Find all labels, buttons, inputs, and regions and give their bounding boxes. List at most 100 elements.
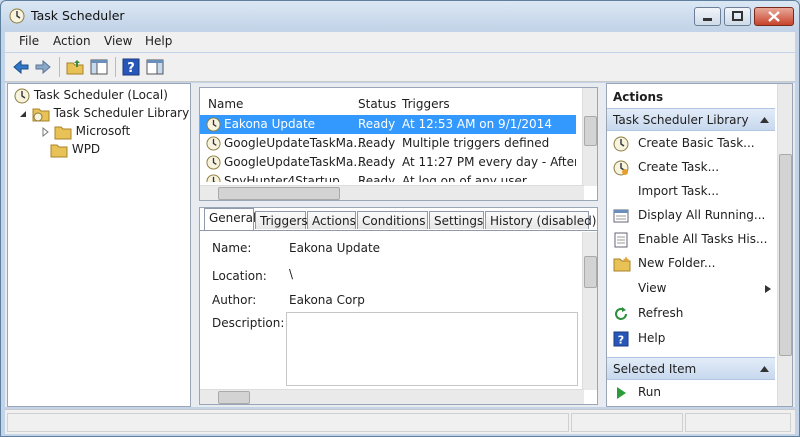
- scroll-thumb[interactable]: [218, 391, 250, 404]
- action-help[interactable]: ? Help: [607, 327, 775, 350]
- show-hide-console-tree-icon[interactable]: [89, 57, 109, 77]
- scroll-thumb[interactable]: [584, 116, 597, 146]
- action-view[interactable]: View: [607, 277, 775, 300]
- action-create-task[interactable]: Create Task...: [607, 156, 775, 179]
- tree-item-library[interactable]: Task Scheduler Library: [18, 104, 189, 122]
- content-area: Task Scheduler (Local) Task Scheduler Li…: [5, 83, 795, 407]
- tree-item-label: Microsoft: [75, 124, 131, 138]
- action-create-basic-task[interactable]: Create Basic Task...: [607, 132, 775, 155]
- tab-conditions[interactable]: Conditions: [357, 211, 428, 229]
- scroll-thumb[interactable]: [218, 187, 340, 200]
- clock-icon: [9, 8, 25, 24]
- tab-history[interactable]: History (disabled): [485, 211, 596, 229]
- actions-pane: Actions Task Scheduler Library Create Ba…: [606, 83, 793, 407]
- folder-icon: [50, 144, 68, 157]
- svg-text:?: ?: [127, 61, 135, 76]
- collapsed-triangle-icon: [42, 126, 49, 137]
- action-label: Create Basic Task...: [638, 136, 755, 150]
- column-header-triggers[interactable]: Triggers: [402, 97, 450, 111]
- collapse-up-icon: [760, 117, 769, 123]
- details-tabs: General Triggers Actions Conditions Sett…: [200, 208, 597, 230]
- tab-settings[interactable]: Settings: [429, 211, 484, 229]
- svg-text:?: ?: [618, 334, 624, 347]
- folder-icon: [54, 126, 72, 139]
- details-horizontal-scrollbar[interactable]: [200, 389, 584, 404]
- action-new-folder[interactable]: New Folder...: [607, 252, 775, 275]
- tree-item-microsoft[interactable]: Microsoft: [40, 122, 130, 140]
- status-segment: [685, 413, 791, 432]
- task-name: SpyHunter4Startup: [224, 174, 340, 182]
- name-value: Eakona Update: [289, 241, 381, 255]
- menu-help[interactable]: Help: [145, 34, 172, 48]
- tab-triggers[interactable]: Triggers: [255, 211, 308, 229]
- title-bar[interactable]: Task Scheduler: [1, 1, 799, 31]
- action-label: Refresh: [638, 306, 684, 320]
- action-label: Help: [638, 331, 666, 345]
- task-triggers: At 11:27 PM every day - After trigg: [402, 155, 576, 169]
- collapse-up-icon: [760, 366, 769, 372]
- action-import-task[interactable]: Import Task...: [607, 180, 775, 203]
- actions-section-library[interactable]: Task Scheduler Library: [607, 108, 775, 131]
- minimize-button[interactable]: [694, 7, 721, 26]
- actions-title: Actions: [613, 90, 664, 104]
- task-row[interactable]: SpyHunter4Startup Ready At log on of any…: [200, 172, 576, 182]
- actions-section-selected-item[interactable]: Selected Item: [607, 357, 775, 380]
- menu-view[interactable]: View: [104, 34, 132, 48]
- action-label: New Folder...: [638, 256, 716, 270]
- show-hide-action-pane-icon[interactable]: [145, 57, 165, 77]
- run-icon: [617, 387, 626, 399]
- tree-item-label: Task Scheduler (Local): [33, 88, 168, 102]
- menu-action[interactable]: Action: [53, 34, 91, 48]
- forward-arrow-icon[interactable]: [33, 57, 53, 77]
- up-folder-icon[interactable]: [65, 57, 85, 77]
- help-icon[interactable]: ?: [121, 57, 141, 77]
- task-status: Ready: [358, 174, 396, 182]
- refresh-icon: [615, 307, 627, 320]
- column-header-name[interactable]: Name: [208, 97, 243, 111]
- task-status: Ready: [358, 117, 396, 131]
- clock-icon: [14, 88, 30, 103]
- author-label: Author:: [212, 293, 257, 307]
- action-display-running[interactable]: Display All Running...: [607, 204, 775, 227]
- close-button[interactable]: [754, 7, 794, 26]
- action-refresh[interactable]: Refresh: [607, 302, 775, 325]
- task-clock-icon: [206, 155, 221, 170]
- task-name: Eakona Update: [224, 117, 316, 131]
- action-label: Create Task...: [638, 160, 720, 174]
- help-icon: ?: [613, 331, 629, 347]
- create-task-icon: [613, 160, 629, 176]
- task-triggers: Multiple triggers defined: [402, 136, 550, 150]
- toolbar-separator: [115, 57, 116, 77]
- task-clock-icon: [206, 174, 221, 182]
- tab-actions[interactable]: Actions: [307, 211, 356, 229]
- tab-general[interactable]: General: [204, 208, 256, 230]
- menu-file[interactable]: File: [19, 34, 39, 48]
- task-row[interactable]: Eakona Update Ready At 12:53 AM on 9/1/2…: [200, 115, 576, 134]
- actions-vertical-scrollbar[interactable]: [777, 84, 792, 406]
- description-field[interactable]: [286, 312, 578, 386]
- column-header-status[interactable]: Status: [358, 97, 396, 111]
- author-value: Eakona Corp: [289, 293, 365, 307]
- location-value: \: [289, 267, 294, 281]
- task-row[interactable]: GoogleUpdateTaskMa... Ready At 11:27 PM …: [200, 153, 576, 172]
- maximize-button[interactable]: [724, 7, 751, 26]
- section-label: Task Scheduler Library: [613, 113, 749, 127]
- action-label: Run: [638, 385, 662, 399]
- task-status: Ready: [358, 136, 396, 150]
- tab-divider: [200, 230, 597, 231]
- task-row[interactable]: GoogleUpdateTaskMa... Ready Multiple tri…: [200, 134, 576, 153]
- scroll-thumb[interactable]: [779, 154, 792, 356]
- task-name: GoogleUpdateTaskMa...: [224, 136, 365, 150]
- action-label: Display All Running...: [638, 208, 766, 222]
- tree-item-wpd[interactable]: WPD: [50, 140, 100, 158]
- location-label: Location:: [212, 269, 267, 283]
- back-arrow-icon[interactable]: [11, 57, 31, 77]
- task-list-horizontal-scrollbar[interactable]: [200, 185, 584, 200]
- task-triggers: At 12:53 AM on 9/1/2014: [402, 117, 552, 131]
- scroll-thumb[interactable]: [584, 256, 597, 288]
- tree-item-root[interactable]: Task Scheduler (Local): [14, 86, 168, 104]
- action-enable-history[interactable]: Enable All Tasks His...: [607, 228, 775, 251]
- details-vertical-scrollbar[interactable]: [582, 232, 597, 390]
- action-run[interactable]: Run: [607, 381, 775, 404]
- task-list-vertical-scrollbar[interactable]: [582, 88, 597, 186]
